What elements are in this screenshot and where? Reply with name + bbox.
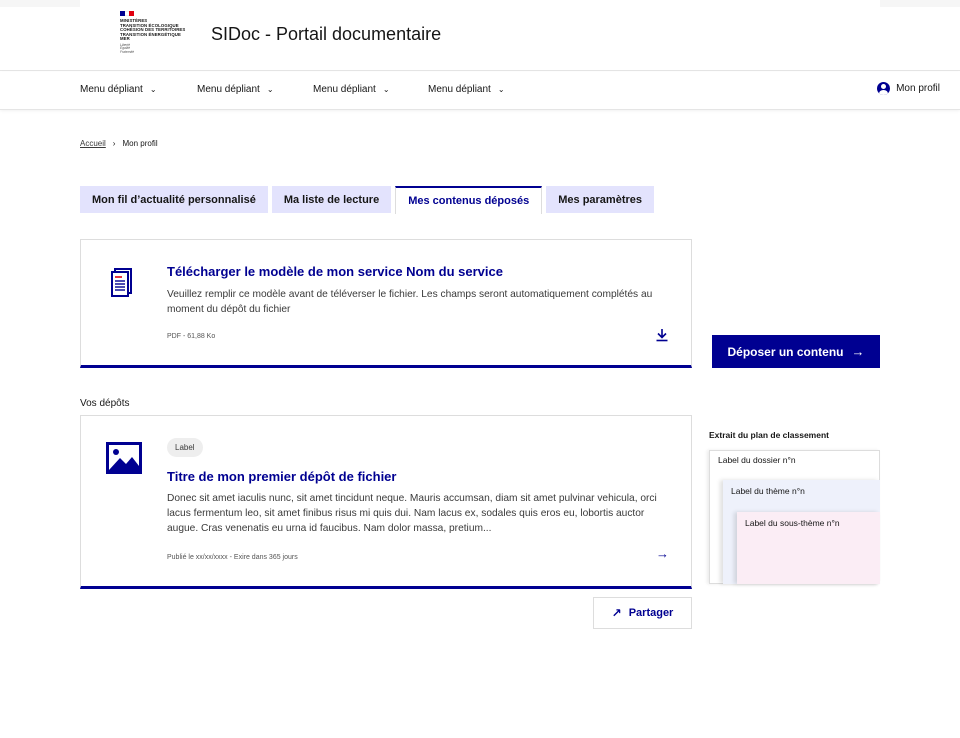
top-strip: [0, 0, 960, 7]
download-template-card[interactable]: Télécharger le modèle de mon service Nom…: [80, 239, 692, 368]
chevron-down-icon: ⌄: [382, 85, 390, 94]
external-link-icon: ↗: [611, 606, 622, 620]
nav-menu-3[interactable]: Menu dépliant ⌄: [313, 84, 390, 95]
main-navigation: Menu dépliant ⌄ Menu dépliant ⌄ Menu dép…: [0, 72, 960, 110]
flag-icon: [120, 11, 135, 16]
nav-menu-4[interactable]: Menu dépliant ⌄: [428, 84, 505, 95]
ministry-name: MINISTÈRES TRANSITION ÉCOLOGIQUE COHÉSIO…: [120, 18, 186, 42]
site-title[interactable]: SIDoc - Portail documentaire: [211, 24, 441, 45]
tab-news-feed[interactable]: Mon fil d’actualité personnalisé: [80, 186, 268, 213]
card-badge: Label: [167, 438, 203, 457]
share-label: Partager: [628, 607, 674, 619]
arrow-right-icon[interactable]: →: [656, 546, 669, 561]
profile-tabs: Mon fil d’actualité personnalisé Ma list…: [80, 186, 658, 214]
nav-menu-label: Menu dépliant: [197, 84, 260, 95]
chevron-down-icon: ⌄: [266, 85, 274, 94]
classification-subtheme-label: Label du sous-thème n°n: [745, 518, 840, 528]
profile-label: Mon profil: [896, 83, 940, 94]
classification-title: Extrait du plan de classement: [709, 430, 829, 440]
deposit-card-description: Donec sit amet iaculis nunc, sit amet ti…: [167, 493, 657, 534]
share-button[interactable]: ↗ Partager: [593, 597, 692, 629]
header: MINISTÈRES TRANSITION ÉCOLOGIQUE COHÉSIO…: [0, 7, 960, 71]
breadcrumb-home-link[interactable]: Accueil: [80, 139, 106, 148]
deposit-file-card[interactable]: Label Titre de mon premier dépôt de fich…: [80, 415, 692, 589]
download-icon[interactable]: [655, 328, 669, 342]
breadcrumb-current: Mon profil: [122, 139, 158, 148]
user-circle-icon: [877, 82, 891, 95]
deposit-card-title[interactable]: Titre de mon premier dépôt de fichier: [167, 469, 396, 484]
chevron-right-icon: ›: [112, 139, 116, 148]
deposit-card-meta: Publié le xx/xx/xxxx - Exire dans 365 jo…: [167, 554, 298, 561]
top-strip-inner: [80, 0, 880, 7]
republic-motto: Liberté Égalité Fraternité: [120, 42, 135, 54]
classification-subtheme[interactable]: Label du sous-thème n°n: [737, 512, 880, 584]
nav-menu-label: Menu dépliant: [80, 84, 143, 95]
image-icon: [106, 442, 142, 474]
download-card-description: Veuillez remplir ce modèle avant de télé…: [167, 289, 653, 315]
nav-menu-2[interactable]: Menu dépliant ⌄: [197, 84, 274, 95]
tab-reading-list[interactable]: Ma liste de lecture: [271, 186, 392, 213]
download-card-title[interactable]: Télécharger le modèle de mon service Nom…: [167, 264, 503, 279]
nav-menu-1[interactable]: Menu dépliant ⌄: [80, 84, 157, 95]
chevron-down-icon: ⌄: [497, 85, 505, 94]
nav-menu-label: Menu dépliant: [313, 84, 376, 95]
deposit-content-label: Déposer un contenu: [727, 344, 844, 359]
arrow-right-icon: →: [851, 344, 865, 359]
document-icon: [111, 268, 132, 297]
deposit-content-button[interactable]: Déposer un contenu →: [712, 335, 880, 368]
classification-folder-label: Label du dossier n°n: [718, 455, 796, 465]
tab-my-deposits[interactable]: Mes contenus déposés: [395, 186, 543, 214]
profile-link[interactable]: Mon profil: [877, 82, 940, 95]
government-logo[interactable]: MINISTÈRES TRANSITION ÉCOLOGIQUE COHÉSIO…: [120, 11, 200, 67]
breadcrumb: Accueil › Mon profil: [80, 139, 158, 148]
section-heading-deposits: Vos dépôts: [80, 398, 130, 409]
chevron-down-icon: ⌄: [149, 85, 157, 94]
nav-menu-label: Menu dépliant: [428, 84, 491, 95]
classification-theme-label: Label du thème n°n: [731, 486, 805, 496]
download-card-meta: PDF - 61,88 Ko: [167, 333, 216, 340]
tab-settings[interactable]: Mes paramètres: [546, 186, 655, 213]
